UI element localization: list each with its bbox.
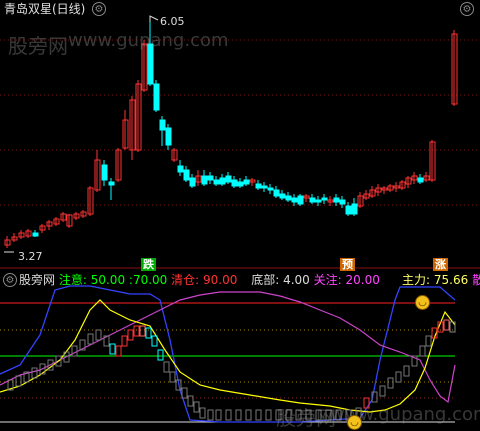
candle-body: [417, 177, 424, 183]
indicator-box: [169, 371, 176, 383]
candle-body: [231, 179, 238, 187]
candle-body: [237, 181, 244, 187]
indicator-box: [403, 365, 410, 377]
indicator-box: [87, 333, 94, 345]
indicator-box: [379, 385, 386, 397]
candle-body: [32, 232, 39, 237]
candle-body: [291, 197, 298, 203]
candle-body: [207, 175, 214, 181]
indicator-box: [265, 409, 272, 421]
candle-body: [279, 193, 286, 199]
main-label: 主力: [402, 273, 427, 287]
indicator-gear-icon[interactable]: ⚙: [3, 273, 17, 287]
top-grid: [0, 39, 480, 269]
candle-body: [159, 119, 166, 131]
indicator-box: [225, 409, 232, 421]
candles: [4, 15, 458, 253]
main-value: 75.66: [433, 273, 469, 287]
candle-body: [165, 127, 172, 146]
candle-body: [189, 177, 196, 187]
candle-body: [101, 164, 108, 181]
chart-title: 青岛双星(日线): [4, 2, 86, 16]
candle-body: [108, 181, 115, 186]
indicator-box: [193, 401, 200, 413]
indicator-box: [235, 409, 242, 421]
indicator-box: [425, 335, 432, 347]
signal-surge: 涨: [433, 258, 448, 271]
candle-body: [267, 187, 274, 191]
indicator-box: [245, 409, 252, 421]
tail-label: 散: [472, 273, 480, 287]
indicator-box: [121, 335, 128, 347]
candle-body: [225, 175, 232, 183]
candle-body: [309, 197, 316, 203]
indicator-box: [109, 343, 116, 355]
clear-value: 90.00: [203, 273, 238, 287]
indicator-box: [95, 329, 102, 341]
gear-icon[interactable]: ⚙: [92, 2, 106, 16]
indicator-box: [419, 345, 426, 357]
magenta-line: [0, 291, 456, 404]
indicator-box: [115, 345, 122, 357]
attention-label: 注意: [58, 273, 83, 287]
price-high-label: 6.05: [160, 15, 185, 28]
signal-fall: 跌: [141, 258, 156, 271]
candle-body: [285, 195, 292, 201]
watermark-cn-bottom: 股旁网: [276, 406, 336, 430]
indicator-box: [157, 349, 164, 361]
indicator-box: [151, 335, 158, 347]
candle-body: [219, 177, 226, 185]
indicator-box: [15, 375, 22, 387]
main-force: 主力: 75.66 散: [402, 273, 480, 287]
watermark-url: www.gupang.com: [68, 30, 229, 51]
candle-body: [243, 179, 250, 185]
candle-body: [297, 195, 304, 205]
blue-line: [0, 285, 456, 423]
candle-body: [201, 175, 208, 185]
candle-body: [273, 189, 280, 197]
indicator-box: [199, 407, 206, 419]
watermark-cn: 股旁网: [8, 34, 68, 58]
clear-label: 清仓: [171, 273, 196, 287]
indicator-box: [395, 371, 402, 383]
indicator-box: [133, 325, 140, 337]
indicator-header: 股旁网 注意: 50.00 :70.00 清仓: 90.00 底部: 4.00 …: [19, 273, 380, 287]
high-marker: [149, 15, 159, 22]
candle-body: [321, 197, 328, 201]
candle-body: [153, 83, 160, 111]
candle-body: [183, 169, 190, 181]
indicator-box: [71, 345, 78, 357]
indicator-box: [207, 409, 214, 421]
indicator-box: [127, 329, 134, 341]
level-value: :70.00: [128, 273, 168, 287]
candle-body: [213, 179, 220, 185]
bottom-label: 底部: [251, 273, 276, 287]
indicator-box: [163, 361, 170, 373]
price-low-label: 3.27: [18, 250, 43, 263]
candle-body: [333, 197, 340, 203]
candle-body: [345, 205, 352, 215]
candle-body: [261, 185, 268, 189]
indicator-box: [387, 377, 394, 389]
indicator-lines: [0, 285, 456, 423]
settings-icon[interactable]: ⚙: [460, 2, 474, 16]
attention-value: 50.00: [90, 273, 126, 287]
candle-body: [351, 203, 358, 215]
candle-body: [177, 165, 184, 173]
signal-warn: 预: [340, 258, 355, 271]
bottom-value: 4.00: [283, 273, 310, 287]
smile-icon: ◡: [415, 295, 430, 310]
indicator-box: [215, 409, 222, 421]
candle-body: [315, 199, 322, 203]
indicator-name: 股旁网: [19, 273, 56, 287]
indicator-box: [139, 325, 146, 337]
candle-body: [255, 183, 262, 189]
kline-chart[interactable]: [0, 0, 480, 428]
indicator-box: [443, 319, 450, 331]
indicator-box: [255, 409, 262, 421]
focus-label: 关注: [313, 273, 338, 287]
focus-value: 20.00: [345, 273, 380, 287]
candle-body: [339, 199, 346, 205]
